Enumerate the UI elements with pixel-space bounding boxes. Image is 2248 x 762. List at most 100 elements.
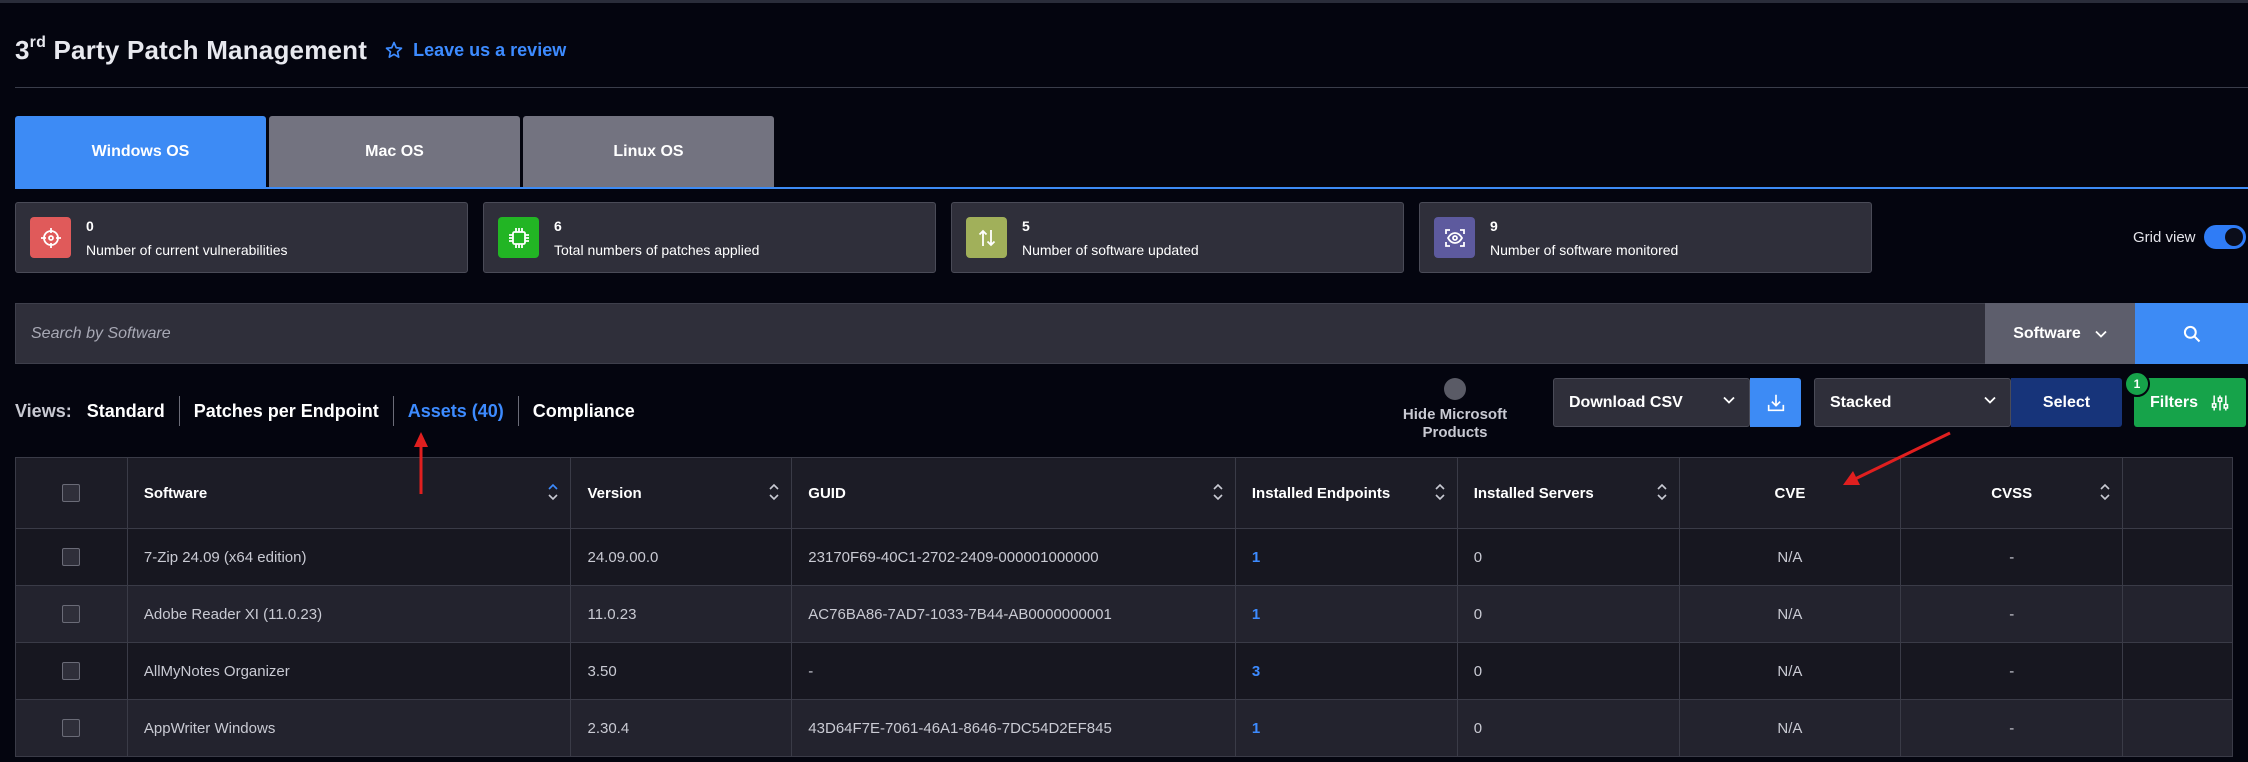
view-assets[interactable]: Assets (40) (394, 401, 518, 422)
cell-actions (2123, 529, 2232, 585)
star-icon (385, 41, 403, 58)
software-table: Software Version GUID Installed Endpoint… (15, 457, 2233, 757)
sort-icon (2100, 483, 2110, 501)
column-header-software[interactable]: Software (128, 458, 572, 528)
os-tabs: Windows OS Mac OS Linux OS (15, 116, 777, 187)
sliders-icon (2211, 395, 2229, 410)
hide-microsoft-toggle[interactable]: Hide Microsoft Products (1370, 378, 1540, 442)
search-icon (2183, 325, 2200, 342)
cell-version: 2.30.4 (571, 700, 793, 756)
cell-actions (2123, 700, 2232, 756)
cell-guid: 43D64F7E-7061-46A1-8646-7DC54D2EF845 (792, 700, 1236, 756)
stat-label: Number of software updated (1022, 241, 1199, 258)
cell-cvss: - (1901, 643, 2124, 699)
filters-label: Filters (2149, 393, 2198, 411)
table-row[interactable]: Adobe Reader XI (11.0.23) 11.0.23 AC76BA… (16, 586, 2232, 643)
row-checkbox[interactable] (62, 662, 81, 680)
filters-button[interactable]: Filters (2134, 378, 2246, 427)
cell-cve: N/A (1680, 529, 1902, 585)
column-header-version[interactable]: Version (571, 458, 793, 528)
cell-actions (2123, 643, 2232, 699)
stat-value: 0 (86, 217, 94, 234)
table-row[interactable]: 7-Zip 24.09 (x64 edition) 24.09.00.0 231… (16, 529, 2232, 586)
cell-cve: N/A (1680, 643, 1902, 699)
column-header-installed-endpoints[interactable]: Installed Endpoints (1236, 458, 1458, 528)
select-all-checkbox[interactable] (62, 484, 81, 502)
cell-installed-endpoints-link[interactable]: 1 (1236, 529, 1458, 585)
grid-view-toggle[interactable] (2203, 225, 2246, 249)
column-header-actions (2123, 458, 2232, 528)
grid-view-label: Grid view (2133, 228, 2196, 246)
tab-windows-os[interactable]: Windows OS (15, 116, 266, 187)
toggle-circle (1444, 378, 1466, 400)
cell-guid: AC76BA86-7AD7-1033-7B44-AB0000000001 (792, 586, 1236, 642)
layout-dropdown[interactable]: Stacked (1814, 378, 2011, 427)
eye-scan-icon (1434, 217, 1475, 258)
cell-software: Adobe Reader XI (11.0.23) (128, 586, 572, 642)
views-bar: Views: Standard Patches per Endpoint Ass… (15, 396, 649, 426)
select-all-cell (16, 458, 128, 528)
stat-card-software-monitored: 9 Number of software monitored (1419, 202, 1872, 273)
tab-linux-os[interactable]: Linux OS (523, 116, 774, 187)
sort-icon (1656, 483, 1667, 501)
download-csv-label: Download CSV (1569, 393, 1683, 411)
stat-card-patches: 6 Total numbers of patches applied (483, 202, 936, 273)
top-border (0, 0, 2248, 3)
sort-icon (1213, 483, 1223, 501)
crosshair-icon (30, 217, 71, 258)
cell-installed-servers: 0 (1458, 700, 1680, 756)
stat-label: Number of software monitored (1490, 241, 1679, 258)
cell-version: 11.0.23 (571, 586, 793, 642)
layout-label: Stacked (1830, 393, 1892, 411)
stat-value: 9 (1490, 217, 1498, 234)
grid-view-control: Grid view (2133, 225, 2246, 249)
cell-cvss: - (1901, 529, 2124, 585)
cell-software: AppWriter Windows (128, 700, 572, 756)
cell-installed-servers: 0 (1458, 643, 1680, 699)
row-checkbox-cell (16, 643, 128, 699)
cell-guid: - (792, 643, 1236, 699)
row-checkbox-cell (16, 529, 128, 585)
tabs-underline (15, 187, 2248, 189)
row-checkbox[interactable] (62, 548, 81, 566)
cell-cve: N/A (1680, 700, 1902, 756)
cell-installed-servers: 0 (1458, 529, 1680, 585)
tab-mac-os[interactable]: Mac OS (269, 116, 520, 187)
column-header-installed-servers[interactable]: Installed Servers (1458, 458, 1680, 528)
row-checkbox[interactable] (62, 605, 81, 623)
stat-value: 5 (1022, 217, 1030, 234)
view-patches-per-endpoint[interactable]: Patches per Endpoint (180, 401, 393, 422)
cell-installed-endpoints-link[interactable]: 1 (1236, 586, 1458, 642)
sort-icon (1435, 483, 1445, 501)
views-label: Views: (15, 400, 72, 421)
cell-version: 3.50 (571, 643, 793, 699)
cell-software: 7-Zip 24.09 (x64 edition) (128, 529, 572, 585)
view-compliance[interactable]: Compliance (519, 401, 649, 422)
column-header-cvss[interactable]: CVSS (1901, 458, 2124, 528)
cell-actions (2123, 586, 2232, 642)
column-header-guid[interactable]: GUID (792, 458, 1236, 528)
row-checkbox[interactable] (62, 719, 81, 737)
search-button[interactable] (2135, 303, 2248, 364)
search-bar: Software (15, 303, 2248, 364)
stats-row: 0 Number of current vulnerabilities 6 To… (15, 202, 1887, 273)
download-csv-dropdown[interactable]: Download CSV (1553, 378, 1750, 427)
cell-cvss: - (1901, 700, 2124, 756)
search-type-dropdown[interactable]: Software (1985, 303, 2135, 364)
row-checkbox-cell (16, 700, 128, 756)
select-button[interactable]: Select (2011, 378, 2122, 427)
table-row[interactable]: AppWriter Windows 2.30.4 43D64F7E-7061-4… (16, 700, 2232, 757)
stat-label: Number of current vulnerabilities (86, 241, 288, 258)
hide-microsoft-label: Hide Microsoft Products (1402, 406, 1508, 441)
table-row[interactable]: AllMyNotes Organizer 3.50 - 3 0 N/A - (16, 643, 2232, 700)
view-standard[interactable]: Standard (87, 401, 179, 422)
download-button[interactable] (1750, 378, 1801, 427)
cell-installed-endpoints-link[interactable]: 3 (1236, 643, 1458, 699)
cell-installed-endpoints-link[interactable]: 1 (1236, 700, 1458, 756)
search-type-label: Software (2013, 324, 2081, 342)
cell-guid: 23170F69-40C1-2702-2409-000001000000 (792, 529, 1236, 585)
sort-icon (548, 483, 559, 501)
search-input[interactable] (15, 303, 1985, 364)
cell-cvss: - (1901, 586, 2124, 642)
leave-review-link[interactable]: Leave us a review (385, 40, 566, 61)
